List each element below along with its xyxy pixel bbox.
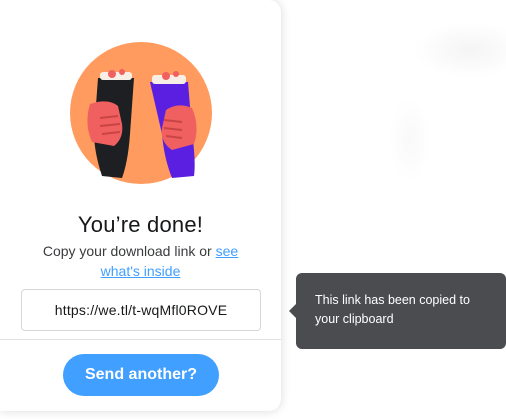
tooltip-text: This link has been copied to your clipbo… [315,293,470,326]
cheers-glasses-illustration [70,42,212,184]
subtitle: Copy your download link or see what's in… [34,241,247,281]
transfer-complete-panel: You’re done! Copy your download link or … [0,0,281,411]
subtitle-text: Copy your download link or [42,243,216,259]
page-title: You’re done! [77,212,204,237]
copied-tooltip: This link has been copied to your clipbo… [289,273,506,349]
download-link-field[interactable]: https://we.tl/t-wqMfl0ROVE [21,289,261,331]
divider [0,339,281,340]
send-another-button[interactable]: Send another? [63,354,219,396]
tooltip-arrow [289,303,297,319]
